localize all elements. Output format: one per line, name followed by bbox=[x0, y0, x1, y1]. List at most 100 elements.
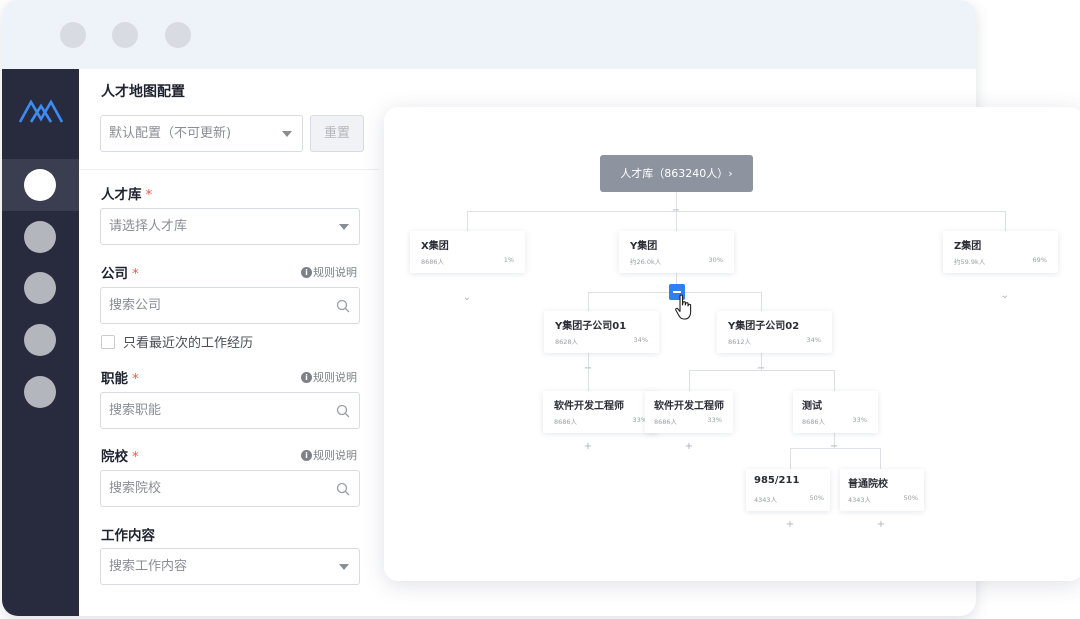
connector bbox=[467, 211, 468, 231]
chevron-down-icon bbox=[282, 131, 292, 137]
node-percent: 33% bbox=[852, 416, 867, 424]
sidebar-item-3[interactable] bbox=[24, 272, 56, 304]
talent-pool-root-node[interactable]: 人才库（863240人）› bbox=[600, 155, 753, 192]
window-maximize-dot[interactable] bbox=[165, 22, 191, 48]
sidebar-item-5[interactable] bbox=[24, 376, 56, 408]
node-title: Y集团 bbox=[630, 241, 658, 252]
company-search-input[interactable]: 搜索公司 bbox=[100, 287, 360, 324]
node-count: 8686人 bbox=[554, 418, 578, 426]
node-count: 8686人 bbox=[421, 258, 445, 266]
expand-plus-icon[interactable]: + bbox=[684, 442, 694, 452]
config-panel: 人才地图配置 默认配置（不可更新) 重置 人才库 * 请选择人才库 公司 * i 规则… bbox=[79, 69, 379, 616]
node-count: 8686人 bbox=[654, 418, 678, 426]
panel-title: 人才地图配置 bbox=[101, 84, 185, 100]
org-node-z[interactable]: Z集团 约59.9k人 69% bbox=[943, 231, 1058, 273]
preset-select[interactable]: 默认配置（不可更新) bbox=[100, 115, 303, 152]
function-node-sw1[interactable]: 软件开发工程师 8686人 33% bbox=[543, 391, 658, 433]
expand-plus-icon[interactable]: + bbox=[583, 442, 593, 452]
node-percent: 33% bbox=[707, 416, 722, 424]
collapse-icon[interactable]: − bbox=[583, 364, 593, 374]
node-count: 8612人 bbox=[728, 338, 752, 346]
talent-pool-label: 人才库 * bbox=[101, 187, 153, 203]
company-label: 公司 * bbox=[101, 266, 139, 282]
divider bbox=[79, 169, 379, 170]
sidebar bbox=[2, 69, 79, 616]
window-close-dot[interactable] bbox=[60, 22, 86, 48]
node-count: 4343人 bbox=[754, 496, 778, 504]
node-title: 软件开发工程师 bbox=[654, 401, 724, 412]
function-label: 职能 * bbox=[101, 371, 139, 387]
function-search-input[interactable]: 搜索职能 bbox=[100, 392, 360, 429]
sidebar-item-1[interactable] bbox=[24, 169, 56, 201]
node-percent: 50% bbox=[809, 494, 824, 502]
expand-chevron-icon[interactable]: ⌄ bbox=[462, 293, 472, 303]
work-content-label: 工作内容 bbox=[101, 528, 155, 544]
latest-only-checkbox[interactable] bbox=[101, 334, 115, 349]
node-percent: 69% bbox=[1032, 256, 1047, 264]
org-node-y[interactable]: Y集团 约26.0k人 30% bbox=[619, 231, 734, 273]
company-placeholder: 搜索公司 bbox=[109, 298, 162, 313]
info-icon: i bbox=[301, 371, 312, 383]
title-bar bbox=[2, 0, 976, 69]
required-mark: * bbox=[132, 371, 139, 387]
sidebar-item-4[interactable] bbox=[24, 324, 56, 356]
org-node-x[interactable]: X集团 8686人 1% bbox=[410, 231, 525, 273]
expand-plus-icon[interactable]: + bbox=[785, 520, 795, 530]
info-icon: i bbox=[301, 266, 312, 278]
app-logo-icon bbox=[18, 99, 64, 123]
function-node-test[interactable]: 测试 8686人 33% bbox=[793, 391, 878, 433]
function-node-sw2[interactable]: 软件开发工程师 8686人 33% bbox=[645, 391, 733, 433]
required-mark: * bbox=[132, 449, 139, 465]
connector bbox=[1005, 211, 1006, 231]
preset-select-value: 默认配置（不可更新) bbox=[109, 126, 232, 141]
school-label: 院校 * bbox=[101, 449, 139, 465]
collapse-icon[interactable]: − bbox=[756, 364, 766, 374]
node-count: 8628人 bbox=[555, 338, 579, 346]
required-mark: * bbox=[145, 187, 153, 203]
window-minimize-dot[interactable] bbox=[112, 22, 138, 48]
info-icon: i bbox=[301, 449, 312, 461]
connector bbox=[880, 448, 881, 469]
reset-button[interactable]: 重置 bbox=[310, 115, 364, 152]
connector bbox=[467, 211, 1006, 212]
latest-only-option[interactable]: 只看最近次的工作经历 bbox=[101, 332, 253, 351]
required-mark: * bbox=[132, 266, 139, 282]
node-title: 985/211 bbox=[754, 475, 800, 486]
collapse-icon[interactable]: − bbox=[671, 206, 681, 216]
connector bbox=[790, 448, 791, 469]
search-icon bbox=[336, 299, 350, 313]
talent-pool-select[interactable]: 请选择人才库 bbox=[100, 208, 360, 245]
connector bbox=[588, 292, 589, 311]
node-title: 测试 bbox=[802, 401, 822, 412]
node-count: 约59.9k人 bbox=[954, 258, 986, 266]
node-percent: 50% bbox=[903, 494, 918, 502]
chevron-down-icon bbox=[339, 224, 349, 230]
search-icon bbox=[336, 482, 350, 496]
sidebar-item-2[interactable] bbox=[24, 221, 56, 253]
node-title: Y集团子公司01 bbox=[555, 321, 627, 332]
chevron-down-icon bbox=[339, 564, 349, 570]
node-title: 普通院校 bbox=[848, 479, 888, 490]
org-node-y02[interactable]: Y集团子公司02 8612人 34% bbox=[717, 311, 832, 353]
latest-only-label: 只看最近次的工作经历 bbox=[123, 336, 254, 351]
search-icon bbox=[336, 404, 350, 418]
expand-chevron-icon[interactable]: ⌄ bbox=[1000, 291, 1010, 301]
school-rule-link[interactable]: i 规则说明 bbox=[301, 447, 357, 463]
node-percent: 34% bbox=[806, 336, 821, 344]
hand-cursor-icon bbox=[675, 294, 692, 320]
school-node-general[interactable]: 普通院校 4343人 50% bbox=[840, 469, 924, 511]
node-percent: 30% bbox=[708, 256, 723, 264]
company-rule-link[interactable]: i 规则说明 bbox=[301, 264, 357, 280]
expand-plus-icon[interactable]: + bbox=[876, 520, 886, 530]
connector bbox=[834, 370, 835, 391]
school-search-input[interactable]: 搜索院校 bbox=[100, 470, 360, 507]
function-rule-link[interactable]: i 规则说明 bbox=[301, 369, 357, 385]
school-placeholder: 搜索院校 bbox=[109, 481, 162, 496]
node-title: X集团 bbox=[421, 241, 449, 252]
node-title: Y集团子公司02 bbox=[728, 321, 800, 332]
org-node-y01[interactable]: Y集团子公司01 8628人 34% bbox=[544, 311, 659, 353]
work-content-select[interactable]: 搜索工作内容 bbox=[100, 548, 360, 585]
node-percent: 34% bbox=[633, 336, 648, 344]
collapse-icon[interactable]: − bbox=[829, 442, 839, 452]
school-node-985[interactable]: 985/211 4343人 50% bbox=[746, 469, 830, 511]
